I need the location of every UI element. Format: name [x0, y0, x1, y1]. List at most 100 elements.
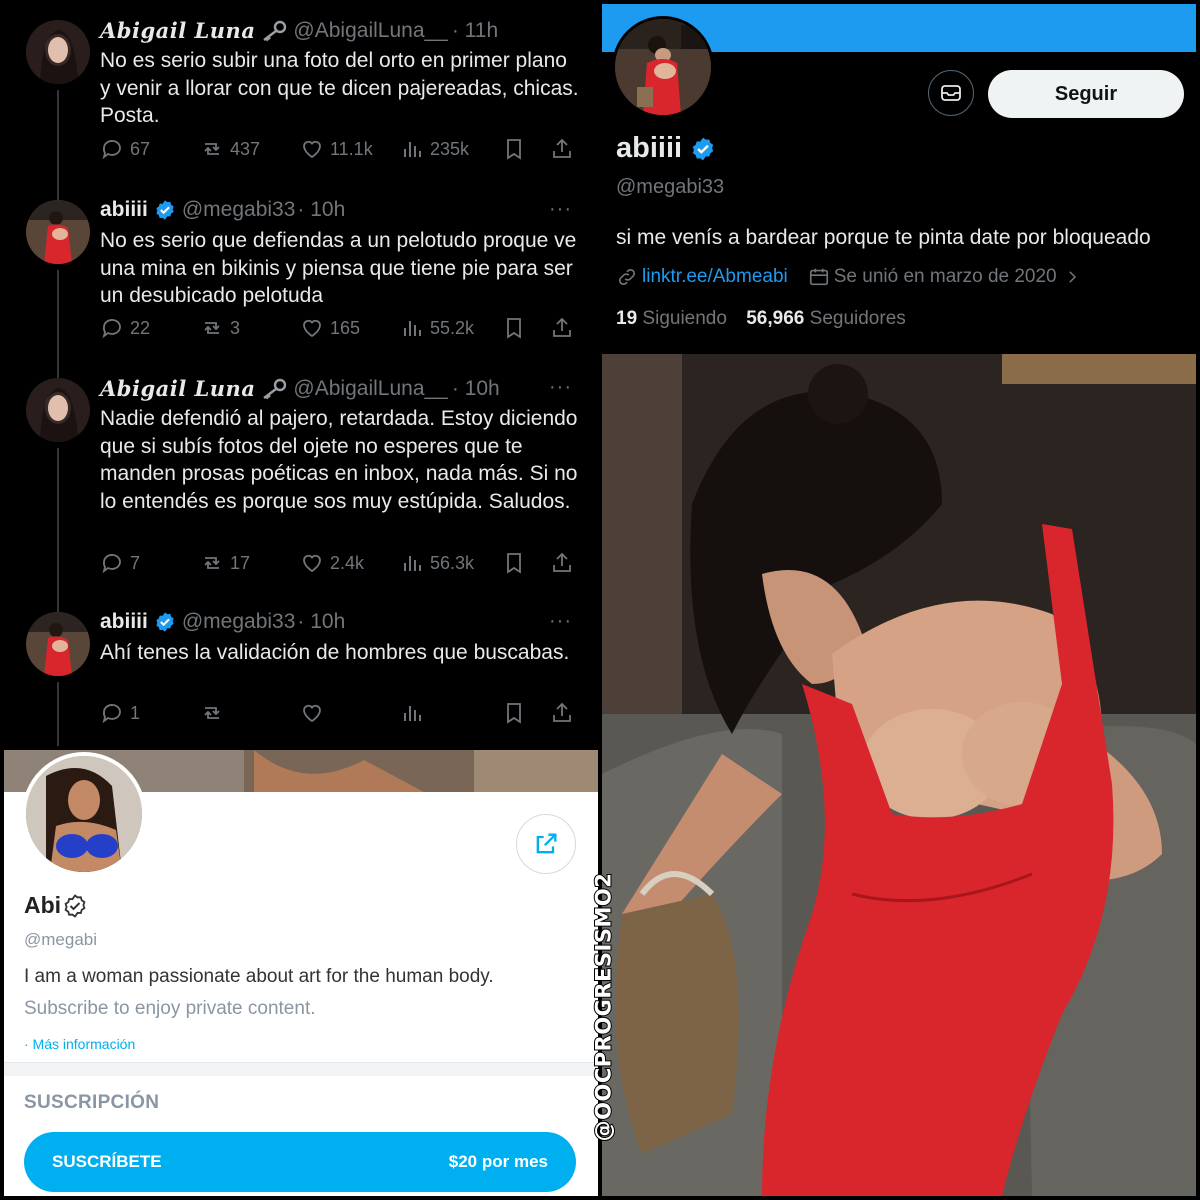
section-divider — [4, 1062, 598, 1076]
more-options-icon[interactable]: ··· — [549, 198, 572, 221]
retweet-button[interactable]: 437 — [200, 137, 260, 161]
profile-avatar[interactable] — [612, 16, 714, 118]
key-icon — [263, 378, 287, 399]
avatar[interactable] — [26, 200, 90, 264]
like-button[interactable]: 165 — [300, 316, 360, 340]
heart-icon — [303, 554, 321, 573]
followers-link[interactable]: 56,966 Seguidores — [746, 308, 906, 329]
verified-badge-icon — [156, 612, 174, 632]
more-options-icon[interactable]: ··· — [549, 376, 572, 399]
tweet-actions: 1 — [100, 701, 578, 731]
retweet-button[interactable] — [200, 701, 230, 725]
like-count: 165 — [330, 317, 361, 338]
share-button[interactable] — [550, 701, 580, 725]
share-button[interactable] — [550, 551, 580, 575]
author-name[interactable]: abiiii — [100, 610, 148, 634]
avatar[interactable] — [26, 612, 90, 676]
following-link[interactable]: 19 Siguiendo — [616, 308, 727, 329]
share-icon — [553, 138, 571, 158]
link-icon — [618, 268, 636, 286]
reply-button[interactable]: 67 — [100, 137, 150, 161]
subscription-profile-card: Abi @megabi I am a woman passionate abou… — [4, 750, 598, 1196]
message-button[interactable] — [928, 70, 974, 116]
retweet-icon — [204, 322, 220, 334]
reply-button[interactable]: 22 — [100, 316, 150, 340]
share-icon — [553, 702, 571, 722]
more-info-link[interactable]: · Más información — [24, 1036, 135, 1052]
avatar[interactable] — [26, 378, 90, 442]
profile-handle: @megabi33 — [616, 176, 725, 198]
verified-badge-icon — [156, 200, 174, 220]
tweet-time[interactable]: · 10h — [297, 610, 345, 634]
mail-icon — [941, 85, 961, 101]
card-avatar[interactable] — [22, 752, 146, 876]
share-button[interactable] — [550, 316, 580, 340]
reply-count: 67 — [130, 138, 151, 159]
share-profile-button[interactable] — [516, 814, 576, 874]
reply-button[interactable]: 7 — [100, 551, 140, 575]
author-handle[interactable]: @megabi33 — [182, 610, 296, 634]
profile-stats: 19 Siguiendo 56,966 Seguidores — [616, 308, 906, 330]
views-button[interactable]: 235k — [400, 137, 469, 161]
tweet-time[interactable]: · 11h — [452, 19, 498, 43]
bookmark-button[interactable] — [502, 701, 532, 725]
views-icon — [404, 321, 421, 336]
view-count: 55.2k — [430, 317, 475, 338]
retweet-button[interactable]: 17 — [200, 551, 250, 575]
card-bio: I am a woman passionate about art for th… — [24, 966, 494, 987]
woman-in-red-dress-photo — [602, 354, 1196, 1196]
chevron-right-icon[interactable] — [1063, 268, 1081, 286]
tweet-header: abiiii @megabi33 · 10h — [100, 610, 345, 634]
share-button[interactable] — [550, 137, 580, 161]
more-options-icon[interactable]: ··· — [549, 610, 572, 633]
share-icon — [553, 552, 571, 572]
avatar[interactable] — [26, 20, 90, 84]
views-icon — [404, 556, 421, 571]
author-handle[interactable]: @AbigailLuna__ — [293, 19, 447, 43]
retweet-icon — [204, 143, 220, 155]
tweet-time[interactable]: · 10h — [452, 377, 500, 401]
reply-count: 7 — [130, 552, 141, 573]
reply-count: 1 — [130, 702, 141, 723]
author-name[interactable]: Abigail Luna — [100, 18, 255, 43]
card-handle: @megabi — [24, 930, 98, 949]
tweet-text: Ahí tenes la validación de hombres que b… — [100, 641, 570, 664]
thread-connector — [57, 270, 59, 378]
views-button[interactable] — [400, 701, 430, 725]
reply-icon — [102, 319, 121, 339]
bookmark-icon — [507, 553, 521, 574]
subscribe-button[interactable]: SUSCRÍBETE $20 por mes — [24, 1132, 576, 1192]
follow-button[interactable]: Seguir — [988, 70, 1184, 118]
subscribe-label: SUSCRÍBETE — [52, 1152, 162, 1171]
bookmark-icon — [507, 318, 521, 339]
tweet-header: Abigail Luna @AbigailLuna__ · 10h — [100, 376, 500, 401]
retweet-button[interactable]: 3 — [200, 316, 240, 340]
tweet-text: No es serio subir una foto del orto en p… — [100, 49, 579, 127]
thread-connector — [57, 682, 59, 746]
thread-connector — [57, 90, 59, 202]
views-button[interactable]: 56.3k — [400, 551, 474, 575]
author-name[interactable]: Abigail Luna — [100, 376, 255, 401]
reply-button[interactable]: 1 — [100, 701, 140, 725]
tweet-thread: Abigail Luna @AbigailLuna__ · 11h No es … — [4, 4, 598, 746]
bookmark-icon — [507, 139, 521, 160]
bookmark-button[interactable] — [502, 137, 532, 161]
watermark-text: @OOCPROGRESISMO2 — [590, 872, 616, 1143]
like-button[interactable]: 11.1k — [300, 137, 373, 161]
author-handle[interactable]: @AbigailLuna__ — [293, 377, 447, 401]
retweet-count: 437 — [230, 138, 261, 159]
share-icon — [553, 317, 571, 337]
profile-bio: si me venís a bardear porque te pinta da… — [616, 226, 1151, 249]
like-button[interactable] — [300, 701, 330, 725]
subscription-price: $20 por mes — [448, 1152, 548, 1171]
author-handle[interactable]: @megabi33 — [182, 198, 296, 222]
watermark: @OOCPROGRESISMO2 — [588, 872, 618, 1143]
bookmark-button[interactable] — [502, 551, 532, 575]
tweet-time[interactable]: · 10h — [297, 198, 345, 222]
like-count: 11.1k — [330, 138, 373, 159]
like-button[interactable]: 2.4k — [300, 551, 364, 575]
bookmark-button[interactable] — [502, 316, 532, 340]
views-button[interactable]: 55.2k — [400, 316, 474, 340]
profile-link[interactable]: linktr.ee/Abmeabi — [642, 266, 788, 288]
author-name[interactable]: abiiii — [100, 198, 148, 222]
